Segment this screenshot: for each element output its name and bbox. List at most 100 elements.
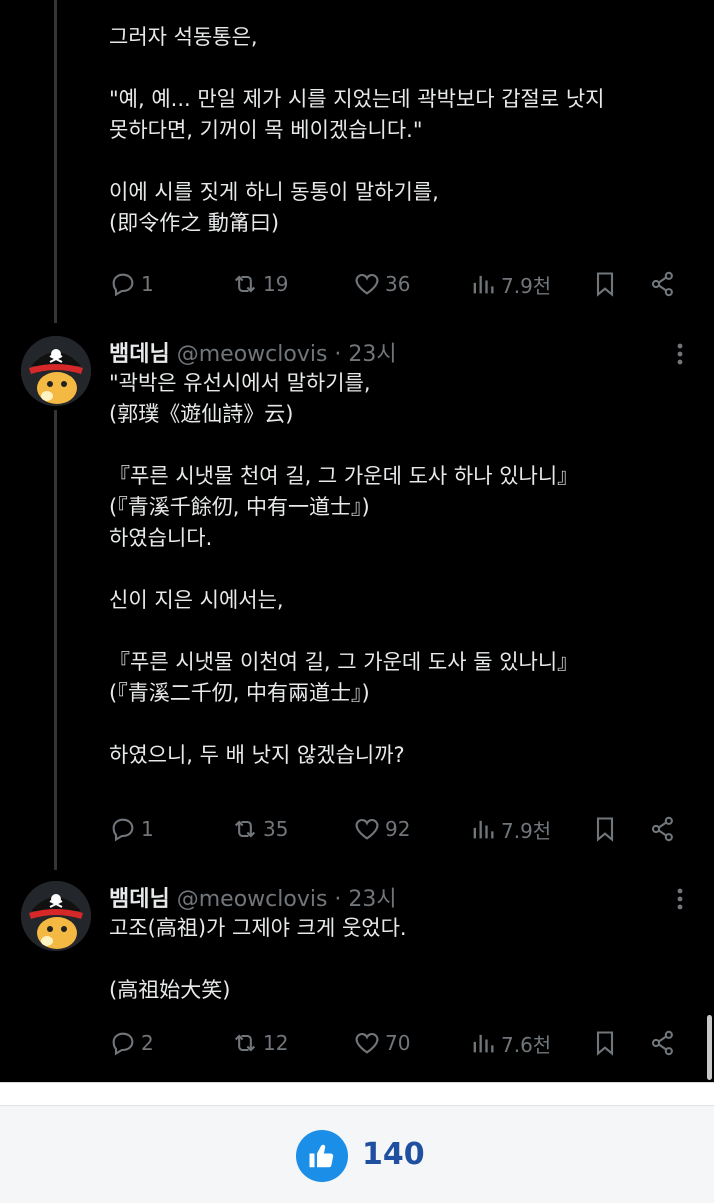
tweet-line: "예, 예... 만일 제가 시를 지었는데 곽박보다 갑절로 낫지 (109, 87, 605, 111)
retweet-count: 19 (263, 272, 289, 296)
thumbs-up-button[interactable] (296, 1130, 348, 1182)
views-icon (473, 1034, 494, 1053)
share-icon (651, 1030, 673, 1056)
tweet-line: (『青溪二千仞, 中有兩道士』) (109, 681, 370, 705)
tweet-line: 이에 시를 짓게 하니 동통이 말하기를, (109, 180, 439, 204)
reply-count: 1 (141, 817, 154, 841)
tweet-text: "곽박은 유선시에서 말하기를, (郭璞《遊仙詩》云) 『푸른 시냇물 천여 길, … (109, 368, 699, 771)
tweet-line (109, 53, 699, 84)
pirate-cat-avatar-icon (21, 336, 91, 406)
tweet-line: 못하다면, 기꺼이 목 베이겠습니다." (109, 118, 423, 142)
share-button[interactable] (649, 268, 677, 300)
heart-icon (355, 1032, 379, 1054)
views-count: 7.6천 (501, 1032, 552, 1057)
handle[interactable]: @meowclovis (177, 887, 328, 912)
avatar[interactable] (21, 881, 91, 951)
reply-count: 1 (141, 272, 154, 296)
tweet-text: 그러자 석동통은, "예, 예... 만일 제가 시를 지었는데 곽박보다 갑절로… (109, 22, 699, 239)
retweet-button[interactable]: 12 (231, 1027, 288, 1059)
thumbs-up-icon (309, 1144, 334, 1168)
bookmark-button[interactable] (591, 1027, 619, 1059)
tweet-line: 『푸른 시냇물 천여 길, 그 가운데 도사 하나 있나니』 (109, 464, 579, 488)
heart-icon (355, 273, 379, 295)
bookmark-icon (596, 1031, 614, 1056)
reply-icon (112, 818, 134, 842)
reply-count: 2 (141, 1031, 154, 1055)
bookmark-icon (596, 817, 614, 842)
share-button[interactable] (649, 1027, 677, 1059)
more-options-button[interactable] (670, 885, 690, 915)
retweet-count: 35 (263, 817, 289, 841)
tweet-line: 고조(高祖)가 그제야 크게 웃었다. (109, 916, 407, 940)
tweet-line (109, 554, 699, 585)
pirate-cat-avatar-icon (21, 881, 91, 951)
tweet-actions: 1 19 36 7.9천 (109, 268, 689, 300)
tweet-2[interactable]: 뱀데님 @meowclovis · 23시 "곽박은 유선시에서 말하기를, (郭… (0, 330, 714, 870)
tweet-line: (郭璞《遊仙詩》云) (109, 402, 294, 426)
heart-icon (355, 818, 379, 840)
reply-icon (112, 1032, 134, 1056)
more-vertical-icon (677, 888, 683, 910)
like-count: 92 (385, 817, 411, 841)
bookmark-button[interactable] (591, 268, 619, 300)
handle[interactable]: @meowclovis (177, 342, 328, 367)
tweet-line: (高祖始大笑) (109, 978, 231, 1002)
tweet-line (109, 709, 699, 740)
like-button[interactable]: 36 (353, 268, 410, 300)
tweet-line: (『青溪千餘仞, 中有一道士』) (109, 495, 370, 519)
views-icon (473, 820, 494, 839)
tweet-line: 『푸른 시냇물 이천여 길, 그 가운데 도사 둘 있나니』 (109, 650, 579, 674)
like-button[interactable]: 70 (353, 1027, 410, 1059)
tweet-header: 뱀데님 @meowclovis · 23시 (109, 881, 397, 913)
retweet-button[interactable]: 35 (231, 813, 288, 845)
tweet-header: 뱀데님 @meowclovis · 23시 (109, 336, 397, 368)
post-like-footer: 140 (0, 1082, 714, 1203)
tweet-line: 그러자 석동통은, (109, 25, 258, 49)
timestamp[interactable]: · 23시 (334, 342, 396, 367)
timestamp[interactable]: · 23시 (334, 887, 396, 912)
display-name[interactable]: 뱀데님 (109, 342, 170, 367)
share-button[interactable] (649, 813, 677, 845)
views-count: 7.9천 (501, 818, 552, 843)
views-button[interactable]: 7.6천 (469, 1027, 551, 1059)
views-button[interactable]: 7.9천 (469, 268, 551, 300)
like-count: 70 (385, 1031, 411, 1055)
post-like-count: 140 (362, 1137, 425, 1172)
display-name[interactable]: 뱀데님 (109, 887, 170, 912)
reply-icon (112, 273, 134, 297)
retweet-count: 12 (263, 1031, 289, 1055)
tweet-line: 하였으니, 두 배 낫지 않겠습니까? (109, 743, 405, 767)
tweet-line: (即令作之 動筩曰) (109, 211, 280, 235)
retweet-icon (234, 275, 256, 293)
more-options-button[interactable] (670, 340, 690, 370)
like-button[interactable]: 92 (353, 813, 410, 845)
footer-divider (0, 1083, 714, 1106)
tweet-actions: 1 35 92 7.9천 (109, 813, 689, 845)
more-vertical-icon (677, 343, 683, 365)
tweet-line (109, 616, 699, 647)
tweet-line (109, 430, 699, 461)
share-icon (651, 271, 673, 297)
retweet-button[interactable]: 19 (231, 268, 288, 300)
avatar[interactable] (21, 336, 91, 406)
retweet-icon (234, 1034, 256, 1052)
tweet-text: 고조(高祖)가 그제야 크게 웃었다. (高祖始大笑) (109, 913, 699, 1006)
bookmark-icon (596, 272, 614, 297)
reply-button[interactable]: 2 (109, 1027, 154, 1059)
tweet-actions: 2 12 70 7.6천 (109, 1027, 689, 1059)
tweet-line (109, 146, 699, 177)
tweet-line: 신이 지은 시에서는, (109, 588, 284, 612)
retweet-icon (234, 820, 256, 838)
reply-button[interactable]: 1 (109, 268, 154, 300)
tweet-3[interactable]: 뱀데님 @meowclovis · 23시 고조(高祖)가 그제야 크게 웃었다… (0, 875, 714, 1080)
tweet-1[interactable]: 그러자 석동통은, "예, 예... 만일 제가 시를 지었는데 곽박보다 갑절로… (0, 0, 714, 320)
views-count: 7.9천 (501, 273, 552, 298)
views-icon (473, 275, 494, 294)
reply-button[interactable]: 1 (109, 813, 154, 845)
views-button[interactable]: 7.9천 (469, 813, 551, 845)
like-count: 36 (385, 272, 411, 296)
share-icon (651, 816, 673, 842)
scrollbar-thumb[interactable] (707, 1015, 712, 1080)
bookmark-button[interactable] (591, 813, 619, 845)
tweet-line: 하였습니다. (109, 526, 213, 550)
